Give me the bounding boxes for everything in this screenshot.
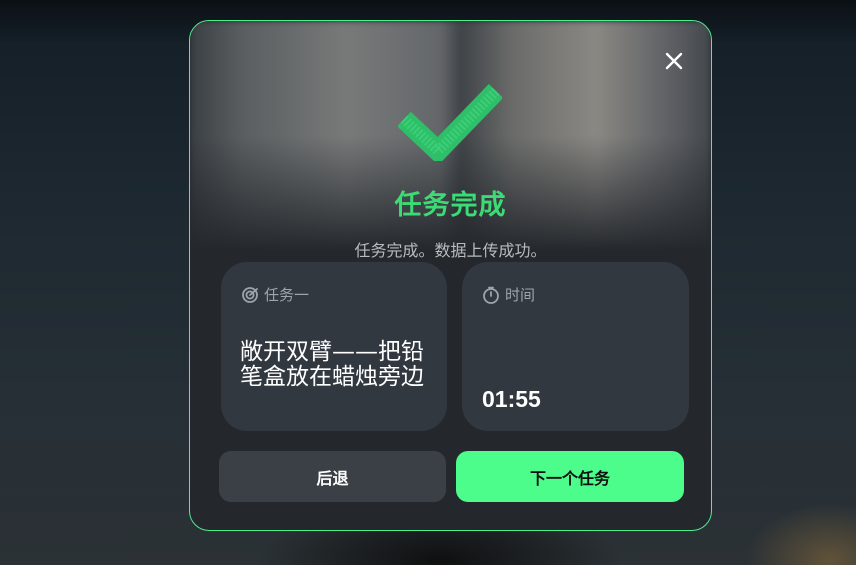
next-task-button[interactable]: 下一个任务 [456, 451, 684, 502]
time-card: 时间 01:55 [462, 262, 689, 431]
target-icon [242, 286, 258, 303]
stopwatch-icon [483, 286, 499, 304]
time-card-header: 时间 [482, 284, 535, 305]
back-button[interactable]: 后退 [219, 451, 446, 502]
close-icon [665, 52, 683, 70]
close-button[interactable] [660, 47, 688, 75]
dialog-subtitle: 任务完成。数据上传成功。 [354, 241, 547, 260]
task-description: 敞开双臂——把铅笔盒放在蜡烛旁边 [240, 339, 424, 390]
checkmark-icon [398, 84, 502, 161]
task-card: 任务一 敞开双臂——把铅笔盒放在蜡烛旁边 [221, 262, 447, 431]
task-complete-dialog: 任务完成 任务完成。数据上传成功。 任务一 敞开双臂——把铅笔盒放在蜡烛旁边 时… [189, 20, 712, 531]
task-label: 任务一 [264, 286, 310, 304]
time-label: 时间 [505, 286, 536, 304]
elapsed-time: 01:55 [482, 386, 541, 412]
dialog-title: 任务完成 [394, 190, 507, 221]
task-card-header: 任务一 [241, 284, 309, 305]
